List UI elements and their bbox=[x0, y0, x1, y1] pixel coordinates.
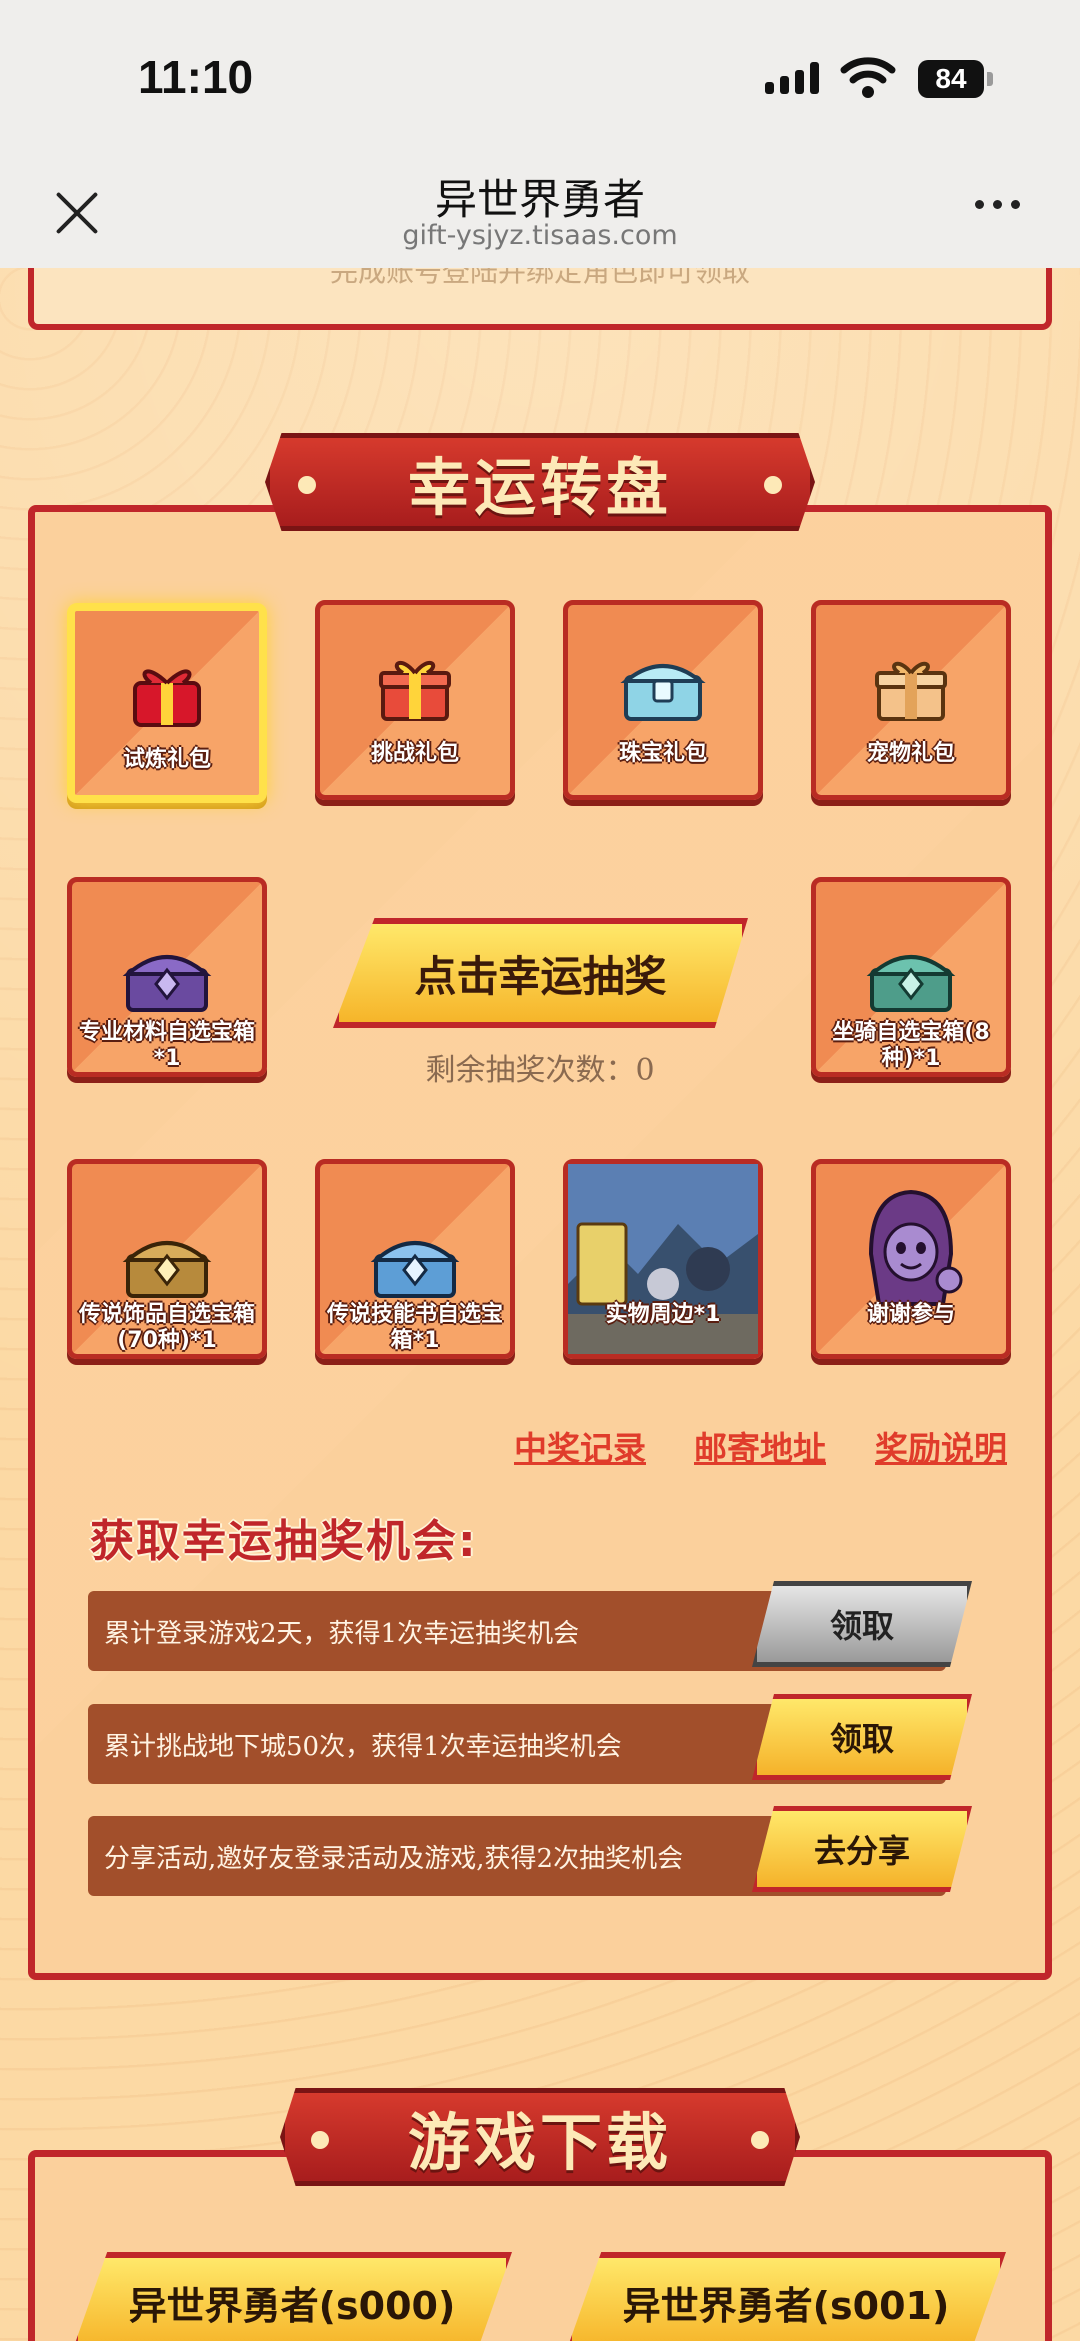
pet-gift-icon bbox=[875, 661, 947, 721]
lucky-draw-button-label: 点击幸运抽奖 bbox=[414, 951, 667, 1001]
prize-label: 坐骑自选宝箱(8种)*1 bbox=[832, 1020, 990, 1071]
remaining-draws: 剩余抽奖次数：0 bbox=[425, 1053, 655, 1088]
prize-tile-challenge-pack: 挑战礼包 bbox=[315, 600, 515, 800]
purple-chest-icon bbox=[122, 955, 212, 1012]
prize-tile-skill-book-chest: 传说技能书自选宝箱*1 bbox=[315, 1159, 515, 1359]
claim-button-disabled[interactable]: 领取 bbox=[752, 1581, 972, 1667]
lucky-draw-button[interactable]: 点击幸运抽奖 bbox=[333, 918, 748, 1028]
green-chest-icon bbox=[866, 955, 956, 1012]
prize-label: 实物周边*1 bbox=[605, 1302, 721, 1327]
winning-records-link[interactable]: 中奖记录 bbox=[514, 1422, 646, 1470]
prize-tile-trial-pack: 试炼礼包 bbox=[67, 603, 267, 803]
battery-icon bbox=[987, 72, 993, 86]
draw-chances-title: 获取幸运抽奖机会: bbox=[90, 1516, 478, 1567]
gift-box-icon bbox=[379, 660, 451, 721]
more-options-icon[interactable] bbox=[975, 200, 1020, 209]
red-gift-icon bbox=[133, 669, 201, 727]
prize-label: 试炼礼包 bbox=[122, 747, 211, 772]
prize-tile-merchandise: 实物周边*1 bbox=[563, 1159, 763, 1359]
prize-tile-thanks: 谢谢参与 bbox=[811, 1159, 1011, 1359]
banner-dot-right bbox=[751, 2131, 769, 2149]
share-button[interactable]: 去分享 bbox=[752, 1806, 972, 1892]
hooded-character-icon bbox=[868, 1189, 963, 1306]
cellular-signal-icon bbox=[765, 62, 819, 94]
page-url: gift-ysjyz.tisaas.com bbox=[402, 220, 678, 251]
prize-tile-legendary-accessory-chest: 传说饰品自选宝箱(70种)*1 bbox=[67, 1159, 267, 1359]
battery-level: 84 bbox=[918, 60, 984, 98]
prize-label: 谢谢参与 bbox=[866, 1302, 955, 1327]
prize-label: 专业材料自选宝箱*1 bbox=[78, 1020, 255, 1071]
lucky-wheel-title: 幸运转盘 bbox=[407, 451, 672, 524]
banner-dot-left bbox=[298, 476, 316, 494]
page-title: 异世界勇者 bbox=[434, 175, 645, 224]
download-button-label: 异世界勇者(s000) bbox=[128, 2283, 456, 2328]
mailing-address-link[interactable]: 邮寄地址 bbox=[694, 1422, 826, 1470]
prize-label: 珠宝礼包 bbox=[618, 741, 707, 766]
prize-tile-jewel-pack: 珠宝礼包 bbox=[563, 600, 763, 800]
download-banner: 游戏下载 bbox=[280, 2088, 800, 2186]
clock: 11:10 bbox=[138, 51, 254, 103]
task-description: 分享活动,邀好友登录活动及游戏,获得2次抽奖机会 bbox=[104, 1844, 684, 1874]
task-row-dungeon: 累计挑战地下城50次，获得1次幸运抽奖机会 领取 bbox=[88, 1694, 972, 1784]
lucky-wheel-banner: 幸运转盘 bbox=[265, 433, 815, 531]
prize-label: 传说饰品自选宝箱(70种)*1 bbox=[78, 1302, 255, 1353]
task-description: 累计挑战地下城50次，获得1次幸运抽奖机会 bbox=[104, 1732, 622, 1762]
blue-chest-icon bbox=[370, 1241, 460, 1298]
prize-tile-material-chest: 专业材料自选宝箱*1 bbox=[67, 877, 267, 1077]
task-row-share: 分享活动,邀好友登录活动及游戏,获得2次抽奖机会 去分享 bbox=[88, 1806, 972, 1896]
banner-dot-left bbox=[311, 2131, 329, 2149]
download-server-s001-button[interactable]: 异世界勇者(s001) bbox=[566, 2252, 1006, 2341]
prize-tile-pet-pack: 宠物礼包 bbox=[811, 600, 1011, 800]
prize-tile-mount-chest: 坐骑自选宝箱(8种)*1 bbox=[811, 877, 1011, 1077]
reward-rules-link[interactable]: 奖励说明 bbox=[875, 1422, 1007, 1470]
task-description: 累计登录游戏2天，获得1次幸运抽奖机会 bbox=[104, 1619, 580, 1649]
banner-dot-right bbox=[764, 476, 782, 494]
download-server-s000-button[interactable]: 异世界勇者(s000) bbox=[72, 2252, 512, 2341]
wifi-icon bbox=[840, 57, 896, 98]
gold-chest-icon bbox=[122, 1241, 212, 1298]
claim-button[interactable]: 领取 bbox=[752, 1694, 972, 1780]
jewel-chest-icon bbox=[620, 664, 706, 721]
prize-label: 挑战礼包 bbox=[370, 741, 459, 766]
download-button-label: 异世界勇者(s001) bbox=[622, 2283, 950, 2328]
prize-label: 传说技能书自选宝箱*1 bbox=[326, 1302, 503, 1353]
download-title: 游戏下载 bbox=[407, 2106, 672, 2179]
prize-label: 宠物礼包 bbox=[866, 741, 955, 766]
task-row-login: 累计登录游戏2天，获得1次幸运抽奖机会 领取 bbox=[88, 1581, 972, 1671]
